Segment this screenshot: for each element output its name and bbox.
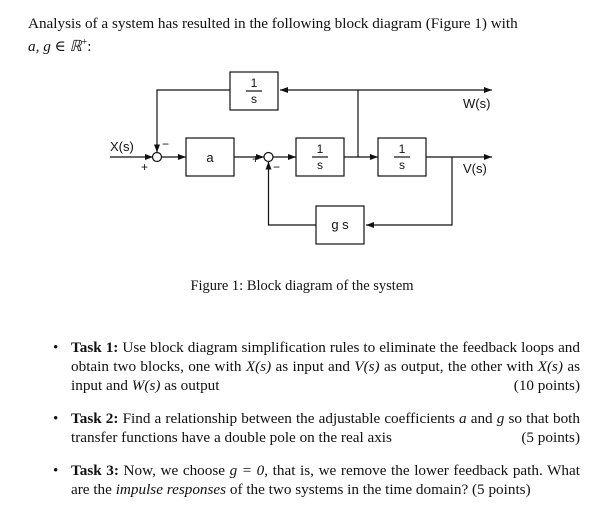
task-math: V(s) [354, 358, 380, 375]
figure-caption: Figure 1: Block diagram of the system [190, 278, 414, 294]
task-item-2: • Task 2: Find a relationship between th… [52, 409, 580, 447]
task-points: (5 points) [521, 429, 580, 446]
integrator-2-den: s [399, 158, 405, 172]
task-item-1: • Task 1: Use block diagram simplificati… [52, 338, 580, 395]
task-math: g = 0 [229, 462, 265, 479]
gain-a-label: a [206, 150, 214, 165]
task-text: and [466, 410, 497, 427]
integrator-2-num: 1 [399, 142, 406, 156]
summing-junction-1 [151, 151, 163, 163]
top-integrator-num: 1 [251, 76, 258, 90]
integrator-1-den: s [317, 158, 323, 172]
task-item-3: • Task 3: Now, we choose g = 0, that is,… [52, 461, 580, 499]
sum2-minus-sign: − [273, 160, 280, 174]
task-math: W(s) [131, 377, 161, 394]
task-text: Find a relationship between the adjustab… [118, 410, 459, 427]
summing-junction-2 [263, 151, 274, 163]
task-math: X(s) [245, 358, 272, 375]
task-text: as output [160, 377, 220, 394]
task-points: (5 points) [472, 481, 531, 498]
task-points: (10 points) [513, 377, 580, 394]
output-v-label: V(s) [463, 161, 487, 176]
task-emphasis: impulse responses [115, 481, 227, 498]
integrator-1-num: 1 [317, 142, 324, 156]
task-math: a [459, 410, 467, 427]
task-label: Task 3: [71, 462, 119, 479]
task-text: as input and [271, 358, 355, 375]
bullet-icon: • [53, 462, 59, 479]
task-text: of the two systems in the time domain? [226, 481, 469, 498]
sum1-plus-sign: + [141, 160, 148, 174]
task-math: X(s) [537, 358, 563, 375]
sum2-plus-sign: + [252, 152, 259, 166]
task-label: Task 1: [71, 339, 119, 356]
task-text: as output, the other with [379, 358, 538, 375]
task-list: • Task 1: Use block diagram simplificati… [52, 338, 580, 513]
task-label: Task 2: [71, 410, 119, 427]
task-text: Now, we choose [118, 462, 230, 479]
output-w-label: W(s) [463, 96, 490, 111]
bullet-icon: • [53, 410, 59, 427]
bullet-icon: • [53, 339, 59, 356]
input-signal-label: X(s) [110, 139, 134, 154]
sum1-minus-sign: − [162, 137, 169, 151]
block-diagram: 1 s a 1 s 1 s g s X(s) W(s) V(s) + − + − [110, 71, 492, 245]
feedback-gs-label: g s [331, 217, 349, 232]
top-integrator-den: s [251, 92, 257, 106]
